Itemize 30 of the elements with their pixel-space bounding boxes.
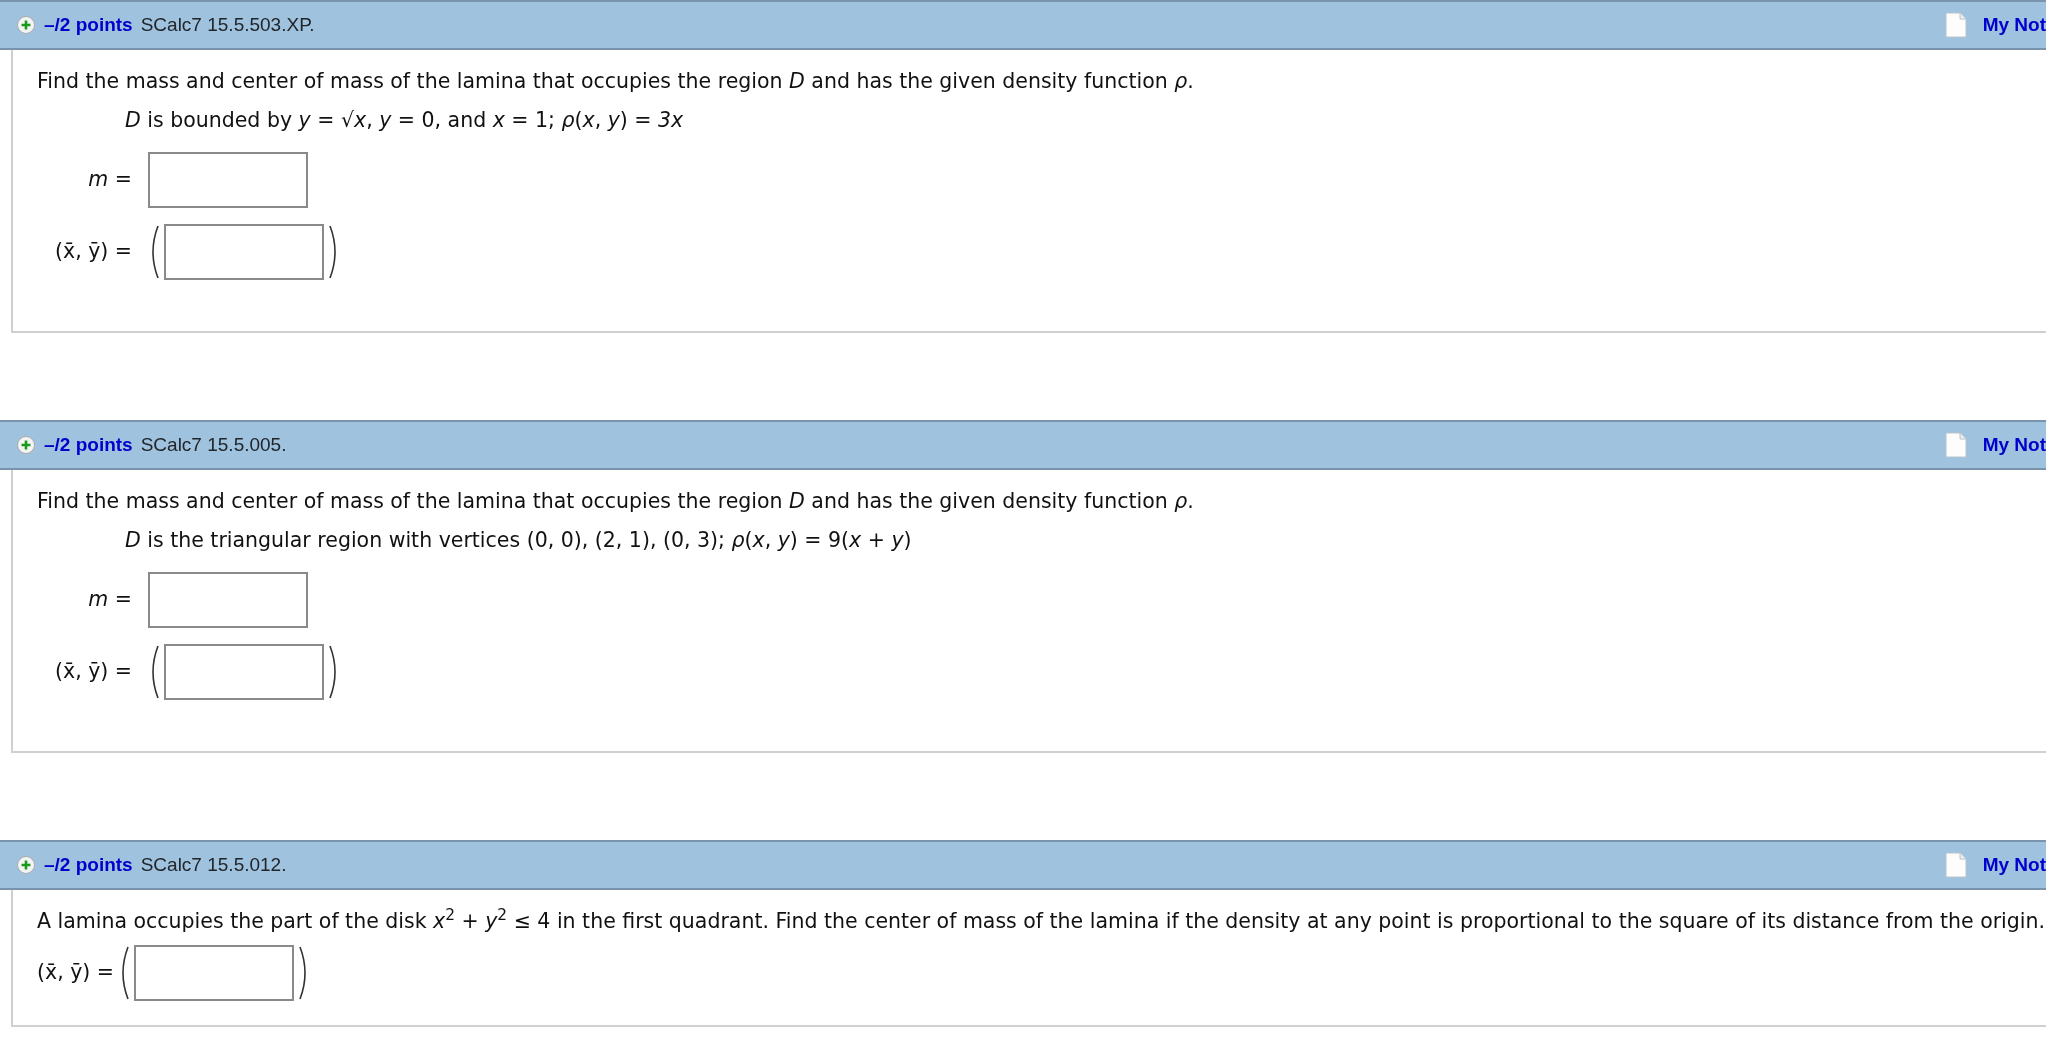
answer-label: (x̄, ȳ) = xyxy=(54,238,132,266)
my-notes-link[interactable]: My Not xyxy=(1982,430,2046,460)
my-notes-link[interactable]: My Not xyxy=(1982,850,2046,880)
given-text: D is bounded by y = √x, y = 0, and x = 1; ρ(x, y) = 3x xyxy=(124,106,685,134)
points-label: –/2 points xyxy=(44,12,133,37)
expand-icon[interactable] xyxy=(16,15,36,35)
given-text: D is the triangular region with vertices (0, 0), (2, 1), (0, 3); ρ(x, y) = 9(x + y) xyxy=(124,526,913,554)
answer-field[interactable] xyxy=(164,643,324,700)
question-code: SCalc7 15.5.012. xyxy=(140,852,287,877)
answer-label: m = xyxy=(87,166,132,194)
answer-label: (x̄, ȳ) = xyxy=(54,658,132,686)
answer-field[interactable] xyxy=(134,944,294,1001)
note-icon[interactable] xyxy=(1944,852,1967,878)
question-text: Find the mass and center of mass of the lamina that occupies the region D and has the given density function ρ. xyxy=(37,68,1195,95)
answer-field[interactable] xyxy=(148,151,308,208)
points-label: –/2 points xyxy=(44,432,133,457)
question-code: SCalc7 15.5.005. xyxy=(140,432,287,457)
note-icon[interactable] xyxy=(1944,432,1967,458)
answer-field[interactable] xyxy=(148,571,308,628)
expand-icon[interactable] xyxy=(16,435,36,455)
answer-label: (x̄, ȳ) = xyxy=(37,959,114,987)
expand-icon[interactable] xyxy=(16,855,36,875)
question-code: SCalc7 15.5.503.XP. xyxy=(140,12,315,37)
question-text: A lamina occupies the part of the disk x$^{2}$ + y$^{2}$ ≤ 4 in the first quadrant. Find the center of mass of the lamina if the density at any point is proportional to the square of its distance from the origin. xyxy=(37,906,2046,935)
answer-field[interactable] xyxy=(164,223,324,280)
my-notes-link[interactable]: My Not xyxy=(1982,10,2046,40)
note-icon[interactable] xyxy=(1944,12,1967,38)
question-text: Find the mass and center of mass of the lamina that occupies the region D and has the given density function ρ. xyxy=(37,488,1195,515)
points-label: –/2 points xyxy=(44,852,133,877)
answer-label: m = xyxy=(87,586,132,614)
